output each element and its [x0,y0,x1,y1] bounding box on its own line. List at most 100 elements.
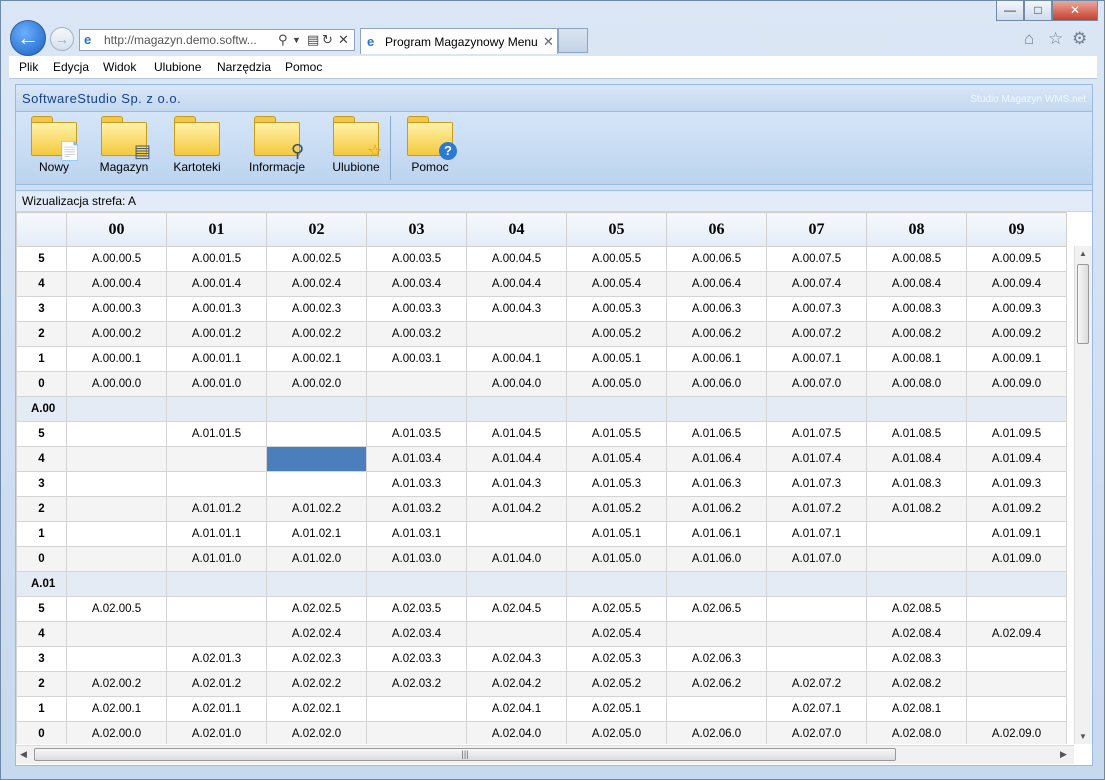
location-cell[interactable]: A.02.05.3 [566,646,667,672]
toolbar-informacje-button[interactable]: ⚲ Informacje [244,116,310,174]
horizontal-scrollbar[interactable]: ◀ ||| ▶ [16,745,1074,764]
column-header[interactable]: 02 [266,212,367,247]
location-cell[interactable]: A.00.07.4 [766,271,867,297]
address-bar[interactable]: e http://magazyn.demo.softw... ⚲ ▼ ▤ ↻ ✕ [79,29,355,51]
location-cell[interactable]: A.00.01.0 [166,371,267,397]
location-cell[interactable]: A.00.08.1 [866,346,967,372]
location-cell[interactable]: A.00.00.4 [66,271,167,297]
location-cell[interactable]: A.00.06.2 [666,321,767,347]
location-cell[interactable]: A.00.02.1 [266,346,367,372]
location-cell[interactable]: A.01.03.3 [366,471,467,497]
location-cell[interactable]: A.02.04.3 [466,646,567,672]
location-cell[interactable]: A.01.04.0 [466,546,567,572]
location-cell[interactable]: A.02.08.2 [866,671,967,697]
location-cell[interactable]: A.00.03.5 [366,246,467,272]
back-button[interactable]: ← [10,20,46,56]
location-cell[interactable]: A.01.04.5 [466,421,567,447]
location-cell[interactable] [66,546,167,572]
location-cell[interactable]: A.02.00.0 [66,721,167,744]
location-cell[interactable]: A.01.04.2 [466,496,567,522]
location-cell[interactable] [966,671,1067,697]
location-cell[interactable]: A.02.03.5 [366,596,467,622]
location-cell[interactable]: A.00.00.3 [66,296,167,322]
menu-widok[interactable]: Widok [103,60,136,74]
location-cell[interactable]: A.02.07.0 [766,721,867,744]
location-cell[interactable]: A.00.01.2 [166,321,267,347]
location-cell[interactable] [966,596,1067,622]
location-cell[interactable]: A.00.01.3 [166,296,267,322]
location-cell[interactable] [766,621,867,647]
location-cell[interactable]: A.01.07.2 [766,496,867,522]
location-cell[interactable]: A.01.02.2 [266,496,367,522]
location-cell[interactable]: A.02.07.2 [766,671,867,697]
home-icon[interactable]: ⌂ [1024,29,1034,49]
minimize-button[interactable]: — [996,1,1024,21]
location-cell[interactable]: A.02.08.5 [866,596,967,622]
scroll-up-icon[interactable]: ▲ [1079,249,1087,258]
location-cell[interactable]: A.00.06.4 [666,271,767,297]
location-cell[interactable] [366,696,467,722]
location-cell[interactable]: A.01.04.4 [466,446,567,472]
gear-icon[interactable]: ⚙ [1072,29,1087,49]
location-cell[interactable]: A.00.09.4 [966,271,1067,297]
location-cell[interactable]: A.01.02.0 [266,546,367,572]
location-cell[interactable]: A.01.01.5 [166,421,267,447]
location-cell[interactable]: A.01.09.2 [966,496,1067,522]
location-cell[interactable]: A.00.08.4 [866,271,967,297]
location-cell[interactable]: A.01.06.0 [666,546,767,572]
column-header[interactable]: 07 [766,212,867,247]
location-cell[interactable]: A.02.05.4 [566,621,667,647]
location-cell[interactable] [166,621,267,647]
location-cell[interactable]: A.00.08.2 [866,321,967,347]
browser-tab[interactable]: e Program Magazynowy Menu ✕ [360,28,558,54]
location-cell[interactable] [966,696,1067,722]
maximize-button[interactable]: □ [1024,1,1052,21]
menu-edycja[interactable]: Edycja [53,60,89,74]
location-cell[interactable]: A.02.05.1 [566,696,667,722]
location-cell[interactable] [66,471,167,497]
location-cell[interactable] [666,621,767,647]
column-header[interactable]: 05 [566,212,667,247]
scroll-thumb[interactable] [1077,264,1089,344]
forward-button[interactable]: → [50,27,74,51]
location-cell[interactable]: A.02.01.1 [166,696,267,722]
scroll-left-icon[interactable]: ◀ [20,749,27,760]
location-cell[interactable]: A.00.09.1 [966,346,1067,372]
location-cell[interactable]: A.02.01.2 [166,671,267,697]
location-cell[interactable]: A.00.08.0 [866,371,967,397]
location-cell[interactable]: A.00.03.1 [366,346,467,372]
location-cell[interactable]: A.01.07.5 [766,421,867,447]
toolbar-nowy-button[interactable]: 📄 Nowy [26,116,82,174]
location-cell[interactable]: A.01.01.0 [166,546,267,572]
location-cell[interactable]: A.00.05.2 [566,321,667,347]
location-cell[interactable]: A.02.06.2 [666,671,767,697]
location-cell[interactable]: A.01.09.5 [966,421,1067,447]
location-cell[interactable]: A.01.06.3 [666,471,767,497]
column-header[interactable]: 01 [166,212,267,247]
location-cell[interactable]: A.00.08.5 [866,246,967,272]
location-cell[interactable]: A.02.06.0 [666,721,767,744]
location-cell[interactable]: A.01.07.1 [766,521,867,547]
toolbar-kartoteki-button[interactable]: Kartoteki [169,116,225,174]
location-cell[interactable]: A.00.00.1 [66,346,167,372]
location-cell[interactable]: A.00.02.0 [266,371,367,397]
location-cell[interactable]: A.02.05.5 [566,596,667,622]
location-cell[interactable] [266,471,367,497]
location-cell[interactable]: A.02.04.0 [466,721,567,744]
location-cell[interactable] [466,621,567,647]
location-cell[interactable]: A.02.04.1 [466,696,567,722]
location-cell[interactable]: A.01.08.5 [866,421,967,447]
location-cell[interactable]: A.02.08.3 [866,646,967,672]
location-cell[interactable]: A.02.02.5 [266,596,367,622]
search-icon[interactable]: ⚲ [278,32,288,48]
location-cell[interactable]: A.00.00.2 [66,321,167,347]
menu-pomoc[interactable]: Pomoc [285,60,322,74]
location-cell[interactable] [666,696,767,722]
location-cell[interactable]: A.02.05.2 [566,671,667,697]
location-cell[interactable]: A.00.07.3 [766,296,867,322]
location-cell[interactable] [466,321,567,347]
location-cell[interactable]: A.00.05.5 [566,246,667,272]
location-cell[interactable]: A.00.05.0 [566,371,667,397]
refresh-icon[interactable]: ↻ [322,32,333,48]
location-cell[interactable]: A.00.01.5 [166,246,267,272]
